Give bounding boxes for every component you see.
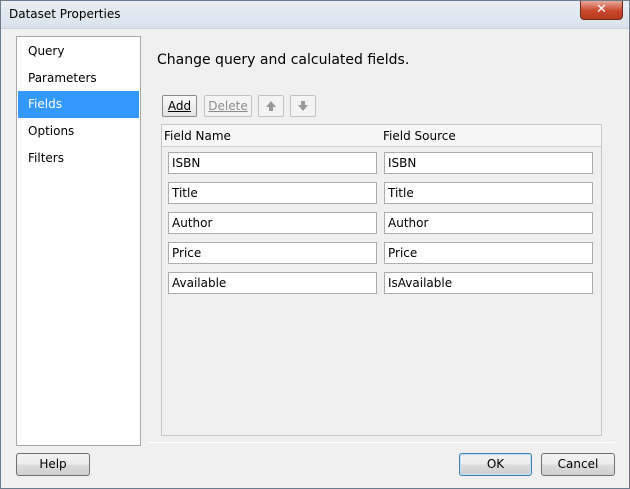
field-name-input[interactable]: Author: [168, 212, 377, 234]
window-title: Dataset Properties: [9, 7, 121, 21]
field-source-input[interactable]: IsAvailable: [384, 272, 593, 294]
add-button-label: Add: [167, 99, 192, 113]
field-source-input[interactable]: Title: [384, 182, 593, 204]
title-bar: Dataset Properties ✕: [1, 1, 629, 29]
nav-panel: Query Parameters Fields Options Filters: [16, 36, 141, 446]
footer-divider: [147, 442, 615, 443]
page-heading: Change query and calculated fields.: [157, 52, 410, 68]
delete-button[interactable]: Delete: [204, 95, 252, 117]
cancel-button[interactable]: Cancel: [541, 453, 615, 476]
nav-item-fields[interactable]: Fields: [18, 91, 139, 118]
field-source-input[interactable]: Price: [384, 242, 593, 264]
help-button[interactable]: Help: [16, 453, 90, 476]
field-name-input[interactable]: Price: [168, 242, 377, 264]
ok-button[interactable]: OK: [459, 453, 532, 476]
fields-grid: Field Name Field Source ISBN ISBN Title …: [161, 124, 602, 436]
column-header-field-source: Field Source: [383, 129, 456, 143]
field-name-input[interactable]: Title: [168, 182, 377, 204]
column-header-field-name: Field Name: [164, 129, 231, 143]
field-name-input[interactable]: ISBN: [168, 152, 377, 174]
nav-item-filters[interactable]: Filters: [18, 145, 139, 172]
move-down-button[interactable]: [290, 95, 316, 117]
add-button[interactable]: Add: [162, 95, 197, 117]
delete-button-label: Delete: [208, 99, 248, 113]
nav-item-query[interactable]: Query: [18, 38, 139, 65]
arrow-down-icon: [298, 101, 308, 111]
field-source-input[interactable]: ISBN: [384, 152, 593, 174]
grid-header: Field Name Field Source: [162, 125, 601, 147]
close-icon: ✕: [596, 2, 607, 17]
nav-item-parameters[interactable]: Parameters: [18, 65, 139, 92]
dataset-properties-dialog: Dataset Properties ✕ Query Parameters Fi…: [0, 0, 630, 489]
field-source-input[interactable]: Author: [384, 212, 593, 234]
nav-item-options[interactable]: Options: [18, 118, 139, 145]
close-button[interactable]: ✕: [580, 1, 623, 20]
field-name-input[interactable]: Available: [168, 272, 377, 294]
arrow-up-icon: [266, 101, 276, 111]
move-up-button[interactable]: [258, 95, 284, 117]
